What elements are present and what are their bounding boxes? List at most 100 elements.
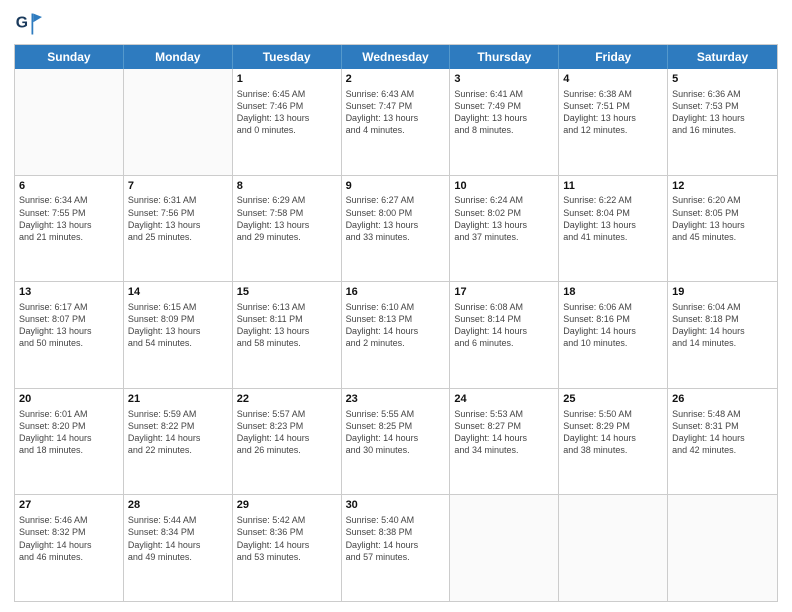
calendar: SundayMondayTuesdayWednesdayThursdayFrid… bbox=[14, 44, 778, 602]
day-cell-28: 28Sunrise: 5:44 AM Sunset: 8:34 PM Dayli… bbox=[124, 495, 233, 601]
day-cell-18: 18Sunrise: 6:06 AM Sunset: 8:16 PM Dayli… bbox=[559, 282, 668, 388]
day-cell-26: 26Sunrise: 5:48 AM Sunset: 8:31 PM Dayli… bbox=[668, 389, 777, 495]
day-number: 13 bbox=[19, 285, 119, 300]
day-cell-25: 25Sunrise: 5:50 AM Sunset: 8:29 PM Dayli… bbox=[559, 389, 668, 495]
day-cell-6: 6Sunrise: 6:34 AM Sunset: 7:55 PM Daylig… bbox=[15, 176, 124, 282]
day-number: 7 bbox=[128, 179, 228, 194]
day-cell-21: 21Sunrise: 5:59 AM Sunset: 8:22 PM Dayli… bbox=[124, 389, 233, 495]
header: G bbox=[14, 10, 778, 38]
day-cell-22: 22Sunrise: 5:57 AM Sunset: 8:23 PM Dayli… bbox=[233, 389, 342, 495]
day-info: Sunrise: 5:44 AM Sunset: 8:34 PM Dayligh… bbox=[128, 514, 228, 563]
day-number: 2 bbox=[346, 72, 446, 87]
day-info: Sunrise: 5:50 AM Sunset: 8:29 PM Dayligh… bbox=[563, 408, 663, 457]
day-info: Sunrise: 6:31 AM Sunset: 7:56 PM Dayligh… bbox=[128, 194, 228, 243]
day-cell-16: 16Sunrise: 6:10 AM Sunset: 8:13 PM Dayli… bbox=[342, 282, 451, 388]
day-info: Sunrise: 6:17 AM Sunset: 8:07 PM Dayligh… bbox=[19, 301, 119, 350]
day-cell-30: 30Sunrise: 5:40 AM Sunset: 8:38 PM Dayli… bbox=[342, 495, 451, 601]
day-info: Sunrise: 6:24 AM Sunset: 8:02 PM Dayligh… bbox=[454, 194, 554, 243]
calendar-body: 1Sunrise: 6:45 AM Sunset: 7:46 PM Daylig… bbox=[15, 69, 777, 601]
day-number: 16 bbox=[346, 285, 446, 300]
day-number: 20 bbox=[19, 392, 119, 407]
day-cell-17: 17Sunrise: 6:08 AM Sunset: 8:14 PM Dayli… bbox=[450, 282, 559, 388]
day-number: 26 bbox=[672, 392, 773, 407]
day-number: 11 bbox=[563, 179, 663, 194]
weekday-header-sunday: Sunday bbox=[15, 45, 124, 69]
day-cell-20: 20Sunrise: 6:01 AM Sunset: 8:20 PM Dayli… bbox=[15, 389, 124, 495]
calendar-row-3: 20Sunrise: 6:01 AM Sunset: 8:20 PM Dayli… bbox=[15, 388, 777, 495]
day-cell-10: 10Sunrise: 6:24 AM Sunset: 8:02 PM Dayli… bbox=[450, 176, 559, 282]
day-cell-27: 27Sunrise: 5:46 AM Sunset: 8:32 PM Dayli… bbox=[15, 495, 124, 601]
day-cell-19: 19Sunrise: 6:04 AM Sunset: 8:18 PM Dayli… bbox=[668, 282, 777, 388]
day-number: 19 bbox=[672, 285, 773, 300]
day-info: Sunrise: 6:20 AM Sunset: 8:05 PM Dayligh… bbox=[672, 194, 773, 243]
day-number: 18 bbox=[563, 285, 663, 300]
day-info: Sunrise: 6:08 AM Sunset: 8:14 PM Dayligh… bbox=[454, 301, 554, 350]
day-info: Sunrise: 5:42 AM Sunset: 8:36 PM Dayligh… bbox=[237, 514, 337, 563]
day-number: 25 bbox=[563, 392, 663, 407]
day-number: 4 bbox=[563, 72, 663, 87]
day-cell-5: 5Sunrise: 6:36 AM Sunset: 7:53 PM Daylig… bbox=[668, 69, 777, 175]
day-number: 10 bbox=[454, 179, 554, 194]
day-number: 14 bbox=[128, 285, 228, 300]
day-cell-2: 2Sunrise: 6:43 AM Sunset: 7:47 PM Daylig… bbox=[342, 69, 451, 175]
day-cell-empty-4-6 bbox=[668, 495, 777, 601]
day-cell-4: 4Sunrise: 6:38 AM Sunset: 7:51 PM Daylig… bbox=[559, 69, 668, 175]
day-info: Sunrise: 6:36 AM Sunset: 7:53 PM Dayligh… bbox=[672, 88, 773, 137]
weekday-header-monday: Monday bbox=[124, 45, 233, 69]
day-number: 6 bbox=[19, 179, 119, 194]
calendar-row-4: 27Sunrise: 5:46 AM Sunset: 8:32 PM Dayli… bbox=[15, 494, 777, 601]
day-number: 24 bbox=[454, 392, 554, 407]
day-info: Sunrise: 6:38 AM Sunset: 7:51 PM Dayligh… bbox=[563, 88, 663, 137]
day-number: 5 bbox=[672, 72, 773, 87]
page: G SundayMondayTuesdayWednesdayThursdayFr… bbox=[0, 0, 792, 612]
day-number: 15 bbox=[237, 285, 337, 300]
day-cell-3: 3Sunrise: 6:41 AM Sunset: 7:49 PM Daylig… bbox=[450, 69, 559, 175]
day-number: 27 bbox=[19, 498, 119, 513]
day-cell-13: 13Sunrise: 6:17 AM Sunset: 8:07 PM Dayli… bbox=[15, 282, 124, 388]
svg-text:G: G bbox=[16, 15, 28, 32]
calendar-header: SundayMondayTuesdayWednesdayThursdayFrid… bbox=[15, 45, 777, 69]
day-cell-14: 14Sunrise: 6:15 AM Sunset: 8:09 PM Dayli… bbox=[124, 282, 233, 388]
day-info: Sunrise: 5:48 AM Sunset: 8:31 PM Dayligh… bbox=[672, 408, 773, 457]
weekday-header-tuesday: Tuesday bbox=[233, 45, 342, 69]
day-info: Sunrise: 6:13 AM Sunset: 8:11 PM Dayligh… bbox=[237, 301, 337, 350]
day-number: 8 bbox=[237, 179, 337, 194]
day-info: Sunrise: 6:15 AM Sunset: 8:09 PM Dayligh… bbox=[128, 301, 228, 350]
weekday-header-friday: Friday bbox=[559, 45, 668, 69]
day-info: Sunrise: 6:10 AM Sunset: 8:13 PM Dayligh… bbox=[346, 301, 446, 350]
day-info: Sunrise: 5:40 AM Sunset: 8:38 PM Dayligh… bbox=[346, 514, 446, 563]
day-cell-empty-0-0 bbox=[15, 69, 124, 175]
day-number: 22 bbox=[237, 392, 337, 407]
day-info: Sunrise: 6:22 AM Sunset: 8:04 PM Dayligh… bbox=[563, 194, 663, 243]
day-number: 3 bbox=[454, 72, 554, 87]
day-number: 12 bbox=[672, 179, 773, 194]
day-info: Sunrise: 6:06 AM Sunset: 8:16 PM Dayligh… bbox=[563, 301, 663, 350]
day-info: Sunrise: 6:27 AM Sunset: 8:00 PM Dayligh… bbox=[346, 194, 446, 243]
day-info: Sunrise: 6:45 AM Sunset: 7:46 PM Dayligh… bbox=[237, 88, 337, 137]
day-info: Sunrise: 6:01 AM Sunset: 8:20 PM Dayligh… bbox=[19, 408, 119, 457]
day-number: 1 bbox=[237, 72, 337, 87]
day-cell-7: 7Sunrise: 6:31 AM Sunset: 7:56 PM Daylig… bbox=[124, 176, 233, 282]
day-number: 9 bbox=[346, 179, 446, 194]
day-cell-1: 1Sunrise: 6:45 AM Sunset: 7:46 PM Daylig… bbox=[233, 69, 342, 175]
weekday-header-wednesday: Wednesday bbox=[342, 45, 451, 69]
day-number: 28 bbox=[128, 498, 228, 513]
day-info: Sunrise: 6:04 AM Sunset: 8:18 PM Dayligh… bbox=[672, 301, 773, 350]
day-info: Sunrise: 6:34 AM Sunset: 7:55 PM Dayligh… bbox=[19, 194, 119, 243]
day-info: Sunrise: 5:55 AM Sunset: 8:25 PM Dayligh… bbox=[346, 408, 446, 457]
calendar-row-0: 1Sunrise: 6:45 AM Sunset: 7:46 PM Daylig… bbox=[15, 69, 777, 175]
logo: G bbox=[14, 10, 45, 38]
day-cell-empty-4-4 bbox=[450, 495, 559, 601]
day-info: Sunrise: 5:57 AM Sunset: 8:23 PM Dayligh… bbox=[237, 408, 337, 457]
day-info: Sunrise: 6:41 AM Sunset: 7:49 PM Dayligh… bbox=[454, 88, 554, 137]
day-number: 30 bbox=[346, 498, 446, 513]
day-info: Sunrise: 6:29 AM Sunset: 7:58 PM Dayligh… bbox=[237, 194, 337, 243]
day-info: Sunrise: 6:43 AM Sunset: 7:47 PM Dayligh… bbox=[346, 88, 446, 137]
calendar-row-1: 6Sunrise: 6:34 AM Sunset: 7:55 PM Daylig… bbox=[15, 175, 777, 282]
day-info: Sunrise: 5:53 AM Sunset: 8:27 PM Dayligh… bbox=[454, 408, 554, 457]
logo-icon: G bbox=[14, 10, 42, 38]
day-cell-29: 29Sunrise: 5:42 AM Sunset: 8:36 PM Dayli… bbox=[233, 495, 342, 601]
day-cell-8: 8Sunrise: 6:29 AM Sunset: 7:58 PM Daylig… bbox=[233, 176, 342, 282]
day-number: 23 bbox=[346, 392, 446, 407]
weekday-header-thursday: Thursday bbox=[450, 45, 559, 69]
